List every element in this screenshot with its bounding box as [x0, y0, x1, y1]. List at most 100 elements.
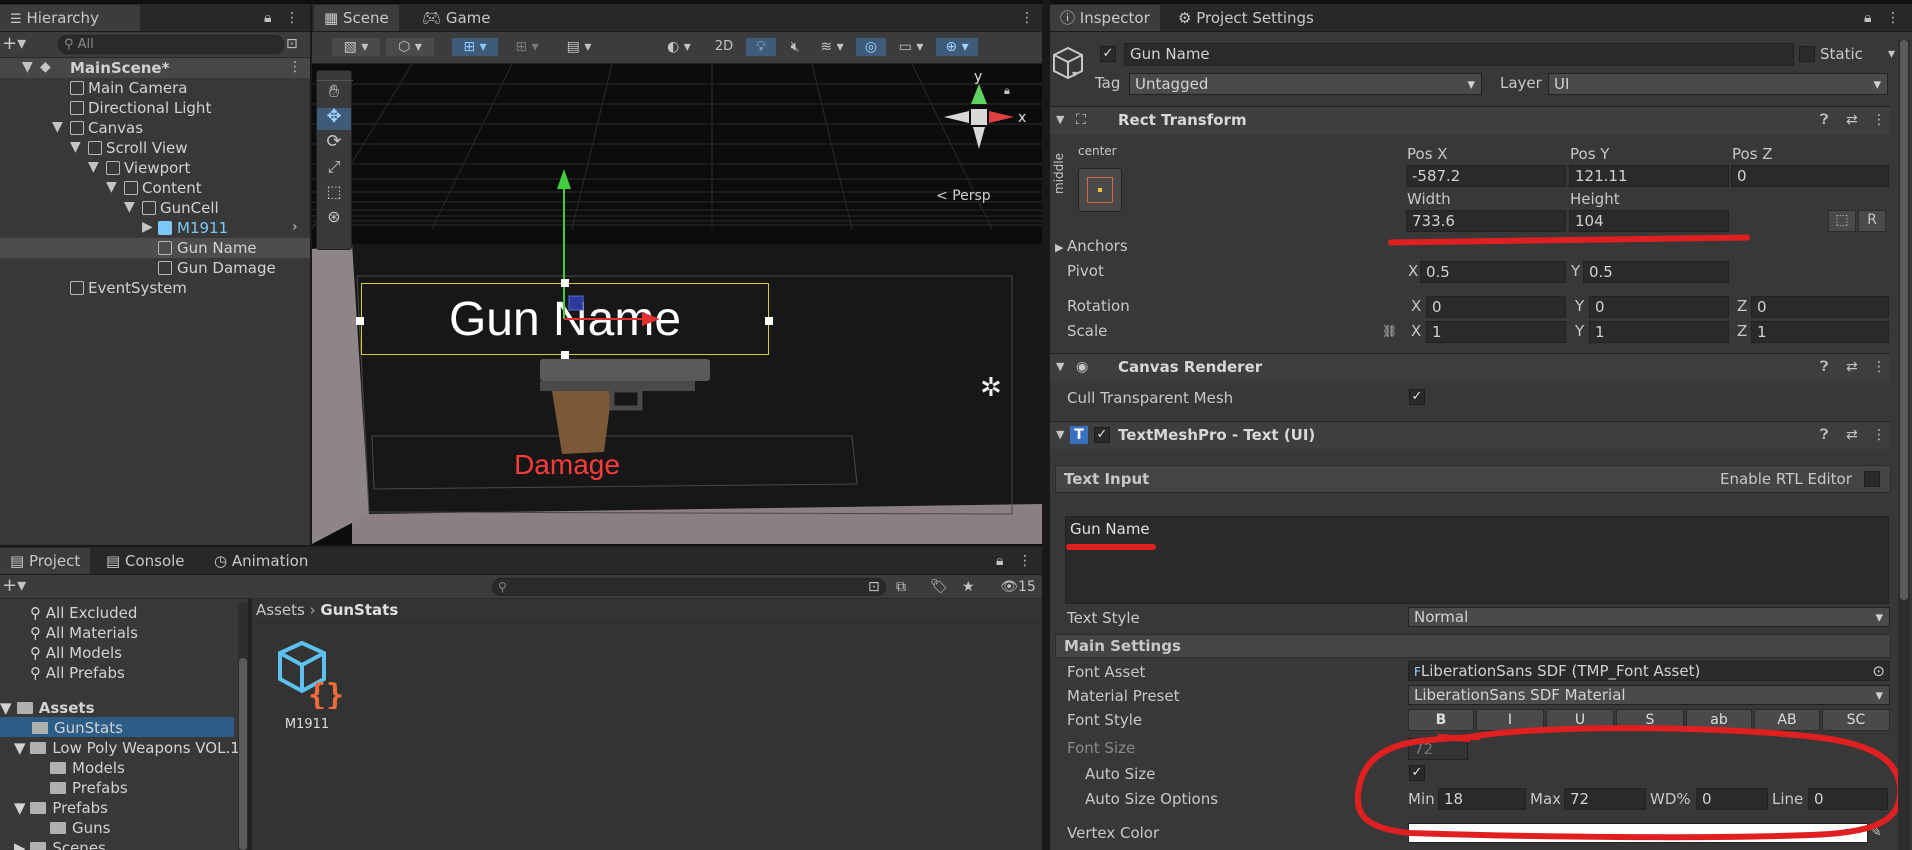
favorite-item[interactable]: ⚲ All Excluded	[30, 604, 137, 622]
posx-field[interactable]: -587.2	[1406, 165, 1566, 187]
expand-arrow-icon[interactable]: ▼	[88, 158, 99, 176]
help-icon[interactable]: ❓︎	[1820, 111, 1828, 129]
expand-arrow-icon[interactable]: ▼	[124, 198, 135, 216]
tag-dropdown[interactable]: Untagged ▾	[1129, 73, 1482, 95]
component-menu-icon[interactable]: ⋮	[1872, 111, 1886, 129]
active-checkbox[interactable]: ✓	[1100, 46, 1116, 62]
rect-transform-header[interactable]: ▼ ⛶ Rect Transform ❓︎ ⇄ ⋮	[1050, 106, 1890, 134]
more-menu-icon[interactable]: ⋮	[1886, 9, 1900, 27]
more-menu-icon[interactable]: ⋮	[285, 9, 299, 27]
collapse-arrow-icon[interactable]: ▶	[142, 218, 153, 236]
text-input-area[interactable]: Gun Name	[1065, 516, 1889, 604]
scale-x-field[interactable]: 1	[1426, 321, 1566, 343]
chevron-right-icon[interactable]: ›	[292, 218, 298, 236]
hand-tool-icon[interactable]: ✋︎	[317, 83, 351, 101]
foldout-arrow-icon[interactable]: ▼	[1056, 358, 1064, 376]
constrain-proportions-icon[interactable]: ⛓︎	[1382, 322, 1397, 340]
scene-menu-icon[interactable]: ⋮	[288, 58, 302, 76]
add-icon[interactable]: +▾	[2, 35, 26, 53]
asset-item[interactable]: {} M1911	[274, 639, 344, 739]
tab-game[interactable]: 🎮︎ Game	[412, 5, 500, 31]
hidden-packages-icon[interactable]: 👁︎15	[996, 578, 1040, 596]
foldout-arrow-icon[interactable]: ▼	[1056, 111, 1064, 129]
hierarchy-row-prefab[interactable]: ▶ M1911 ›	[0, 218, 310, 238]
expand-arrow-icon[interactable]: ▼	[52, 118, 63, 136]
tree-folder-assets[interactable]: ▼ Assets	[0, 699, 95, 717]
posz-field[interactable]: 0	[1731, 165, 1889, 187]
rect-tool-icon[interactable]: ⬚	[317, 183, 351, 201]
move-tool-icon[interactable]: ✥	[317, 108, 351, 130]
hierarchy-row[interactable]: ▼ Scroll View	[0, 138, 310, 158]
height-field[interactable]: 104	[1569, 210, 1729, 232]
tree-folder[interactable]: Models	[50, 759, 125, 777]
icon-dropdown-icon[interactable]: ▾	[1072, 66, 1077, 84]
component-menu-icon[interactable]: ⋮	[1872, 426, 1886, 444]
object-name-field[interactable]: Gun Name	[1124, 43, 1794, 66]
favorite-star-icon[interactable]: ★	[962, 578, 975, 596]
render-mode-icon[interactable]: ⬡ ▾	[386, 38, 434, 56]
search-scope-icon[interactable]: ⊡	[868, 578, 880, 596]
scale-z-field[interactable]: 1	[1751, 321, 1889, 343]
grid-snap-icon[interactable]: ⊞ ▾	[452, 38, 498, 56]
project-search-input[interactable]: ⚲	[492, 578, 886, 596]
static-dropdown-icon[interactable]: ▾	[1888, 45, 1895, 63]
grid-visibility-icon[interactable]: ▤ ▾	[556, 38, 602, 56]
tree-folder[interactable]: ▶ Scenes	[14, 839, 106, 850]
search-scene-icon[interactable]: ⊡	[286, 35, 298, 53]
object-picker-icon[interactable]: ⊙	[1872, 662, 1885, 680]
perspective-label[interactable]: < Persp	[936, 188, 991, 204]
pivot-y-field[interactable]: 0.5	[1583, 261, 1729, 283]
scene-viewport[interactable]: Gun Name Damage y x 🔒︎ < Persp ✲ ✋︎ ✥ ⟳ …	[312, 64, 1042, 545]
more-menu-icon[interactable]: ⋮	[1020, 9, 1034, 27]
cull-mesh-checkbox[interactable]: ✓	[1409, 389, 1425, 405]
tree-folder[interactable]: ▼ Low Poly Weapons VOL.1	[14, 739, 240, 757]
expand-arrow-icon[interactable]: ▼	[70, 138, 81, 156]
help-icon[interactable]: ❓︎	[1820, 358, 1828, 376]
presets-icon[interactable]: ⇄	[1846, 358, 1858, 376]
material-preset-dropdown[interactable]: LiberationSans SDF Material ▾	[1408, 685, 1890, 705]
tab-project[interactable]: ▤ Project	[0, 548, 91, 574]
filter-type-icon[interactable]: ⧉	[896, 578, 906, 596]
static-checkbox[interactable]	[1799, 46, 1815, 62]
tree-folder[interactable]: Prefabs	[50, 779, 128, 797]
breadcrumb-item-current[interactable]: GunStats	[320, 601, 398, 619]
favorite-item[interactable]: ⚲ All Models	[30, 644, 122, 662]
favorite-item[interactable]: ⚲ All Prefabs	[30, 664, 125, 682]
hierarchy-row[interactable]: Main Camera	[0, 78, 310, 98]
rotation-x-field[interactable]: 0	[1426, 296, 1566, 318]
tree-folder[interactable]: Guns	[50, 819, 110, 837]
lock-view-icon[interactable]: 🔒︎	[1004, 82, 1010, 100]
layer-dropdown[interactable]: UI ▾	[1548, 73, 1888, 95]
presets-icon[interactable]: ⇄	[1846, 111, 1858, 129]
hierarchy-row[interactable]: Gun Damage	[0, 258, 310, 278]
anchor-presets-button[interactable]	[1078, 168, 1122, 212]
hierarchy-row[interactable]: ▼ GunCell	[0, 198, 310, 218]
font-asset-field[interactable]: FLiberationSans SDF (TMP_Font Asset) ⊙	[1408, 661, 1890, 681]
lock-icon[interactable]: 🔒︎	[1864, 9, 1871, 27]
more-menu-icon[interactable]: ⋮	[1018, 552, 1032, 570]
rotation-y-field[interactable]: 0	[1589, 296, 1729, 318]
expand-arrow-icon[interactable]: ▼	[22, 58, 33, 76]
toggle-2d-button[interactable]: 2D	[708, 38, 740, 56]
rtl-checkbox[interactable]	[1864, 471, 1880, 487]
hierarchy-row[interactable]: Directional Light	[0, 98, 310, 118]
light-gizmo-icon[interactable]: ✲	[980, 375, 1002, 401]
raw-edit-button[interactable]: R	[1858, 210, 1886, 232]
tab-console[interactable]: ▤ Console	[96, 548, 195, 574]
scale-tool-icon[interactable]: ⤢	[317, 158, 351, 176]
hierarchy-row-selected[interactable]: Gun Name	[0, 238, 310, 258]
textmeshpro-header[interactable]: ▼ T ✓ TextMeshPro - Text (UI) ❓︎ ⇄ ⋮	[1050, 421, 1890, 449]
rotate-tool-icon[interactable]: ⟳	[317, 133, 351, 151]
tree-folder[interactable]: ▼ Prefabs	[14, 799, 108, 817]
scene-visibility-icon[interactable]: ◎	[856, 38, 886, 56]
increment-snap-icon[interactable]: ⊞ ▾	[504, 38, 550, 56]
label-icon[interactable]: 🏷︎	[930, 578, 948, 596]
width-field[interactable]: 733.6	[1406, 210, 1566, 232]
hierarchy-row[interactable]: EventSystem	[0, 278, 310, 298]
transform-tool-icon[interactable]: ⊛	[317, 208, 351, 226]
lock-icon[interactable]: 🔒︎	[996, 552, 1003, 570]
lighting-icon[interactable]: 💡︎	[746, 38, 776, 56]
hierarchy-row[interactable]: ▼ Content	[0, 178, 310, 198]
hierarchy-row-mainscene[interactable]: ▼ ◆ MainScene* ⋮	[0, 58, 310, 78]
presets-icon[interactable]: ⇄	[1846, 426, 1858, 444]
